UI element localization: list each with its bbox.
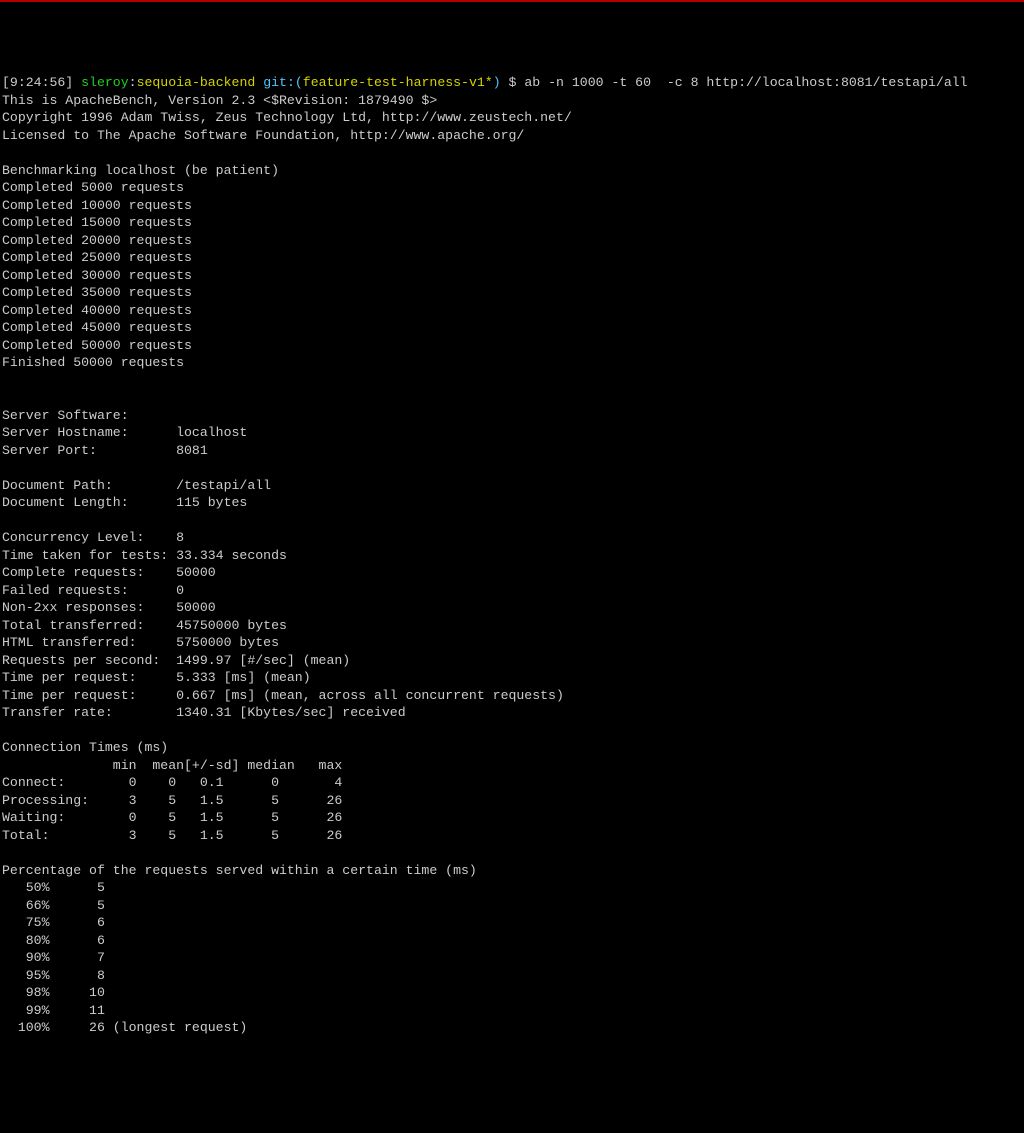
conn-header: min mean[+/-sd] median max xyxy=(2,758,342,773)
intro-block: This is ApacheBench, Version 2.3 <$Revis… xyxy=(2,93,572,371)
prompt-host: sequoia-backend xyxy=(137,75,256,90)
prompt-time: [9:24:56] xyxy=(2,75,73,90)
conn-rows: Connect: 0 0 0.1 0 4 Processing: 3 5 1.5… xyxy=(2,775,342,843)
git-segment: git:( xyxy=(263,75,303,90)
kv-block: Server Software: Server Hostname: localh… xyxy=(2,408,564,721)
prompt-user: sleroy xyxy=(81,75,128,90)
git-branch: feature-test-harness-v1* xyxy=(303,75,493,90)
command-text: ab -n 1000 -t 60 -c 8 http://localhost:8… xyxy=(524,75,967,90)
terminal-output[interactable]: [9:24:56] sleroy:sequoia-backend git:(fe… xyxy=(0,72,1024,1045)
pct-title: Percentage of the requests served within… xyxy=(2,863,477,878)
conn-title: Connection Times (ms) xyxy=(2,740,168,755)
pct-rows: 50% 5 66% 5 75% 6 80% 6 90% 7 95% 8 98% … xyxy=(2,880,247,1035)
